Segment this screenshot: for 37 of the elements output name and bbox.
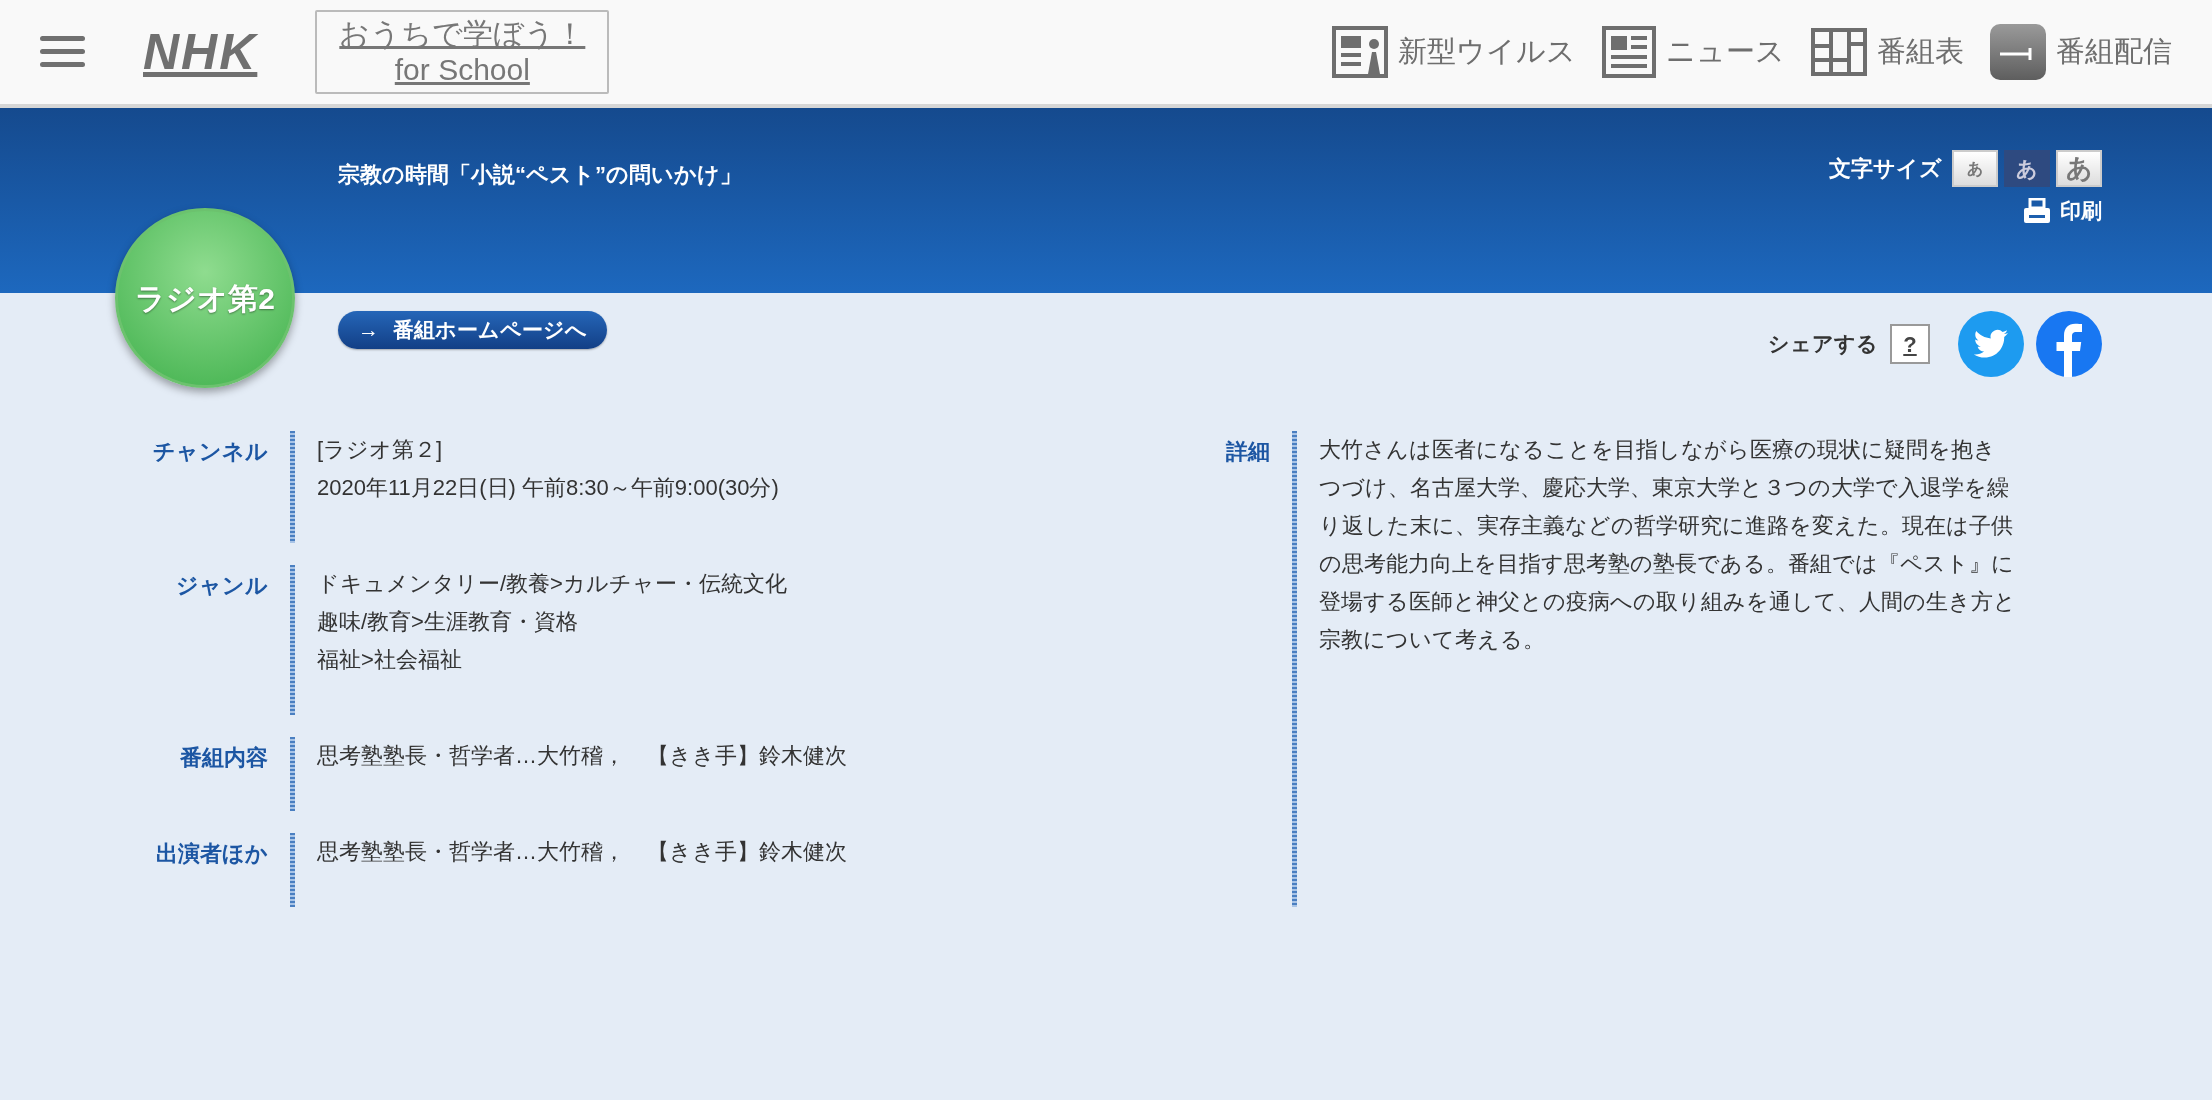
program-title: 宗教の時間「小説“ペスト”の問いかけ」 xyxy=(338,161,742,189)
print-link[interactable]: 印刷 xyxy=(2024,195,2102,227)
font-size-button[interactable]: あ xyxy=(2056,150,2102,187)
field-label: 出演者ほか xyxy=(155,840,268,868)
share-label: シェアする xyxy=(1768,331,1878,358)
facebook-icon[interactable] xyxy=(2036,311,2102,377)
virus-news-icon xyxy=(1332,26,1388,78)
field-value: ドキュメンタリー/教養>カルチャー・伝統文化 xyxy=(317,570,787,598)
field-label: チャンネル xyxy=(152,438,268,466)
newspaper-icon xyxy=(1602,26,1656,78)
printer-icon xyxy=(2024,198,2050,224)
homepage-link[interactable]: → 番組ホームページへ xyxy=(338,311,607,349)
stream-app-icon xyxy=(1990,24,2046,80)
nav-link[interactable]: ニュース xyxy=(1602,26,1785,78)
help-button[interactable]: ? xyxy=(1890,324,1930,364)
field-value: [ラジオ第２] xyxy=(317,436,444,464)
field-value: 思考塾塾長・哲学者…大竹稽， 【きき手】鈴木健次 xyxy=(317,838,847,866)
bird-icon[interactable] xyxy=(1958,311,2024,377)
field-value: 思考塾塾長・哲学者…大竹稽， 【きき手】鈴木健次 xyxy=(317,742,847,770)
field-label: 番組内容 xyxy=(179,744,268,772)
font-size-button[interactable]: あ xyxy=(1952,150,1998,187)
field-value: 2020年11月22日(日) 午前8:30～午前9:00(30分) xyxy=(317,474,779,502)
field-label: ジャンル xyxy=(175,572,268,600)
menu-icon[interactable] xyxy=(40,36,85,68)
field-value: 趣味/教育>生涯教育・資格 xyxy=(317,608,579,636)
field-label: 詳細 xyxy=(1225,438,1270,466)
school-link[interactable]: おうちで学ぼう！ for School xyxy=(315,10,610,94)
field-value: 福祉>社会福祉 xyxy=(317,646,463,674)
font-size-button[interactable]: あ xyxy=(2004,150,2050,187)
grid-icon xyxy=(1811,28,1867,76)
channel-logo: ラジオ第2 xyxy=(115,208,295,388)
nav-link[interactable]: 番組表 xyxy=(1811,28,1964,76)
nav-link[interactable]: 番組配信 xyxy=(1990,24,2172,80)
nhk-logo[interactable]: NHK xyxy=(143,14,258,90)
description-text: 大竹さんは医者になることを目指しながら医療の現状に疑問を抱きつづけ、名古屋大学、慶応大学、東京大学と３つの大学で入退学を繰り返した末に、実存主義などの哲学研究に進路を変えた。現在は子供の思考能力向上を目指す思考塾の塾長である。番組では『ペスト』に登場する医師と神父との疫病への取り組みを通して、人間の生き方と宗教について考える。 xyxy=(1318,436,2017,654)
nav-link[interactable]: 新型ウイルス xyxy=(1332,26,1576,78)
font-size-label: 文字サイズ xyxy=(1829,155,1942,183)
